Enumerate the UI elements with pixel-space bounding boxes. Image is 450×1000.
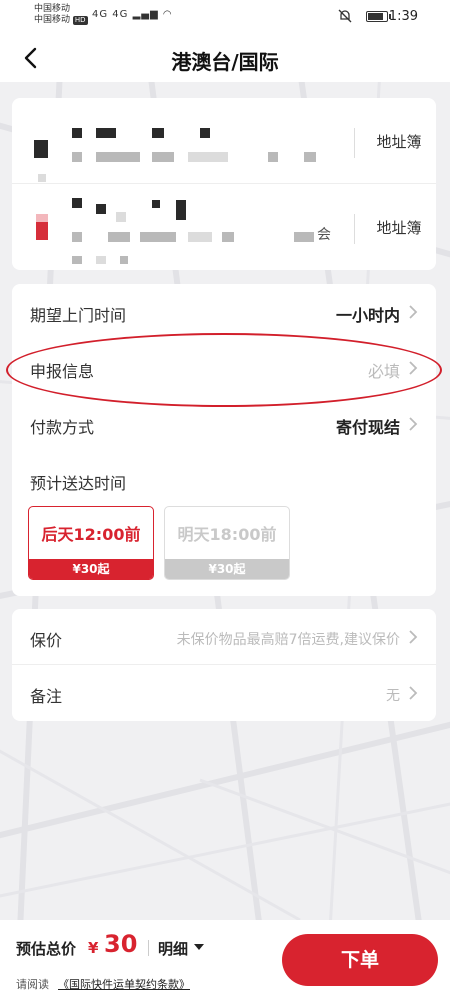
blurred-text [188, 232, 212, 242]
insurance-row[interactable]: 保价 未保价物品最高赔7倍运费,建议保价 [12, 609, 436, 665]
eta-option-time: 后天12:00前 [41, 525, 141, 544]
remark-value: 无 [386, 688, 400, 704]
blurred-text [294, 232, 314, 242]
pickup-time-row[interactable]: 期望上门时间 一小时内 [12, 284, 436, 340]
address-hint: 会 [317, 227, 331, 243]
payment-label: 付款方式 [30, 418, 95, 437]
network-label: 4G 4G [92, 9, 129, 20]
chevron-right-icon [409, 361, 418, 375]
sender-avatar [34, 140, 48, 158]
blurred-text [152, 128, 164, 138]
blurred-text [72, 128, 82, 138]
divider [354, 128, 355, 158]
declaration-value: 必填 [367, 362, 400, 381]
blurred-text [96, 152, 140, 162]
eta-option-time: 明天18:00前 [177, 525, 277, 544]
blurred-text [38, 174, 46, 182]
sender-address-book-button[interactable]: 地址簿 [362, 131, 436, 152]
pickup-time-label: 期望上门时间 [30, 306, 127, 325]
blurred-text [72, 256, 82, 264]
address-card: 地址簿 会 地址簿 [12, 98, 436, 270]
receiver-address[interactable]: 会 地址簿 [12, 184, 436, 270]
price-detail-button[interactable]: 明细 [158, 938, 188, 959]
blurred-text [200, 128, 210, 138]
currency-symbol: ¥ [88, 939, 99, 957]
terms-prefix: 请阅读 [16, 978, 49, 991]
blurred-text [304, 152, 316, 162]
eta-option-unselected[interactable]: 明天18:00前 ¥30起 [164, 506, 290, 580]
chevron-right-icon [409, 630, 418, 644]
eta-option-price: ¥30起 [29, 559, 153, 579]
blurred-text [120, 256, 128, 264]
blurred-text [140, 232, 176, 242]
receiver-avatar [36, 214, 48, 222]
remark-row[interactable]: 备注 无 [12, 665, 436, 721]
sender-address[interactable]: 地址簿 [12, 98, 436, 184]
blurred-text [96, 204, 106, 214]
page-title: 港澳台/国际 [171, 50, 279, 74]
blurred-text [72, 232, 82, 242]
blurred-text [96, 128, 116, 138]
declaration-label: 申报信息 [30, 362, 95, 381]
insurance-label: 保价 [30, 631, 63, 650]
blurred-text [176, 200, 186, 220]
eta-option-price: ¥30起 [165, 559, 289, 579]
hd-badge: HD [72, 16, 88, 25]
pickup-time-value: 一小时内 [335, 306, 400, 325]
blurred-text [222, 232, 234, 242]
status-bar: 中国移动 中国移动 HD 4G 4G ▂▄▆ ◠ 1:39 [0, 0, 450, 34]
carrier-1: 中国移动 [34, 4, 71, 14]
blurred-text [72, 152, 82, 162]
receiver-avatar [36, 222, 48, 240]
insurance-value: 未保价物品最高赔7倍运费,建议保价 [176, 632, 400, 648]
blurred-text [188, 152, 228, 162]
blurred-text [96, 256, 106, 264]
chevron-right-icon [409, 686, 418, 700]
eta-option-selected[interactable]: 后天12:00前 ¥30起 [28, 506, 154, 580]
blurred-text [72, 198, 82, 208]
clock: 1:39 [388, 9, 418, 24]
estimated-price: 30 [104, 930, 138, 958]
payment-value: 寄付现结 [335, 418, 400, 437]
carrier-info: 中国移动 中国移动 HD [34, 4, 88, 26]
receiver-address-book-button[interactable]: 地址簿 [362, 217, 436, 238]
divider [148, 940, 149, 956]
divider [354, 214, 355, 244]
bottom-bar: 预估总价 ¥ 30 明细 请阅读 《国际快件运单契约条款》 下单 [0, 920, 450, 1000]
mute-icon [338, 9, 352, 23]
terms-link[interactable]: 《国际快件运单契约条款》 [58, 976, 190, 992]
shipping-options-card: 期望上门时间 一小时内 申报信息 必填 付款方式 寄付现结 预计送达时间 后天1… [12, 284, 436, 596]
caret-down-icon[interactable] [194, 944, 204, 950]
payment-row[interactable]: 付款方式 寄付现结 [12, 396, 436, 452]
place-order-button[interactable]: 下单 [282, 934, 438, 986]
chevron-right-icon [409, 305, 418, 319]
battery-icon [366, 11, 391, 22]
declaration-row[interactable]: 申报信息 必填 [12, 340, 436, 396]
chevron-right-icon [409, 417, 418, 431]
blurred-text [116, 212, 126, 222]
extras-card: 保价 未保价物品最高赔7倍运费,建议保价 备注 无 [12, 609, 436, 721]
eta-label: 预计送达时间 [30, 474, 127, 493]
header: 港澳台/国际 [0, 34, 450, 82]
carrier-2: 中国移动 [34, 15, 71, 25]
blurred-text [268, 152, 278, 162]
signal-icon: 4G 4G ▂▄▆ ◠ [92, 9, 173, 20]
estimated-total-label: 预估总价 [16, 940, 77, 958]
blurred-text [152, 152, 174, 162]
blurred-text [152, 200, 160, 208]
blurred-text [108, 232, 130, 242]
remark-label: 备注 [30, 687, 63, 706]
